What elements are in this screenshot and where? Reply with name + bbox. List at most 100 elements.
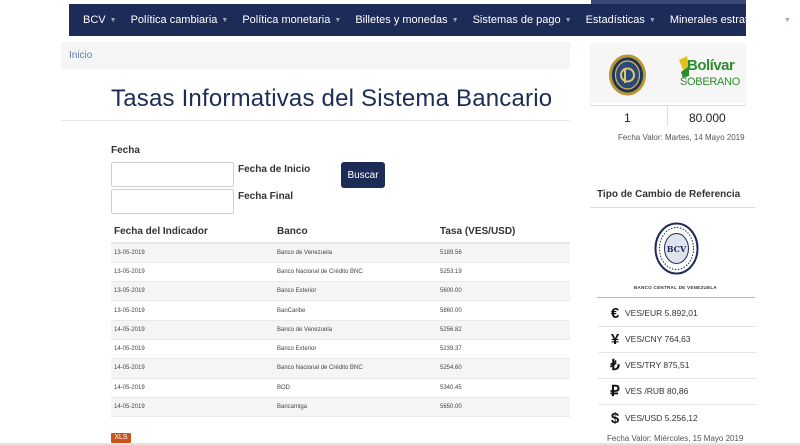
table-row: 14-05-2019 Banco Nacional de Crédito BNC 5… (111, 358, 570, 379)
bcv-seal-icon: BCV (654, 222, 699, 275)
exchange-rate-text: VES/USD 5.256,12 (625, 413, 698, 423)
table-row: 13-05-2019 Banco Exterior 5600.00 (111, 281, 570, 302)
table-header-row: Fecha del Indicador Banco Tasa (VES/USD) (111, 221, 570, 244)
exchange-rate-item: ¥ VES/CNY 764,63 (607, 329, 691, 349)
petro-fecha-valor: Fecha Valor: Martes, 14 Mayo 2019 (618, 133, 745, 142)
exchange-rate-divider (598, 352, 756, 353)
page-title: Tasas Informativas del Sistema Bancario (111, 85, 553, 112)
cell-fecha: 14-05-2019 (111, 358, 274, 379)
table-row: 14-05-2019 Bancamiga 5650.00 (111, 397, 570, 418)
nav-item-bcv[interactable]: BCV ▼ (69, 4, 124, 36)
chevron-down-icon: ▼ (221, 16, 229, 24)
cell-banco: Banco Nacional de Crédito BNC (274, 262, 437, 283)
column-header-tasa: Tasa (VES/USD) (437, 221, 570, 244)
breadcrumb: Inicio (61, 42, 570, 69)
table-row: 13-05-2019 Banco de Venezuela 5189.56 (111, 243, 570, 263)
cell-fecha: 13-05-2019 (111, 262, 274, 283)
sidebar-divider (590, 207, 755, 208)
exchange-rate-text: VES /RUB 80,86 (625, 386, 689, 396)
xls-export-button[interactable]: XLS (111, 433, 131, 443)
exchange-rate-text: VES/TRY 875,51 (625, 360, 690, 370)
cell-tasa: 5239.37 (437, 339, 570, 360)
chevron-down-icon: ▼ (109, 16, 117, 24)
exchange-rate-item: ₺ VES/TRY 875,51 (607, 355, 689, 375)
cell-fecha: 13-05-2019 (111, 281, 274, 302)
search-button[interactable]: Buscar (341, 162, 385, 188)
cell-banco: Banco de Venezuela (274, 243, 437, 263)
ruble-icon: ₽ (610, 383, 620, 400)
exchange-rate-divider (598, 326, 756, 327)
table-row: 13-05-2019 Banco Nacional de Crédito BNC 5… (111, 262, 570, 283)
exchange-rate-text: VES/CNY 764,63 (625, 334, 691, 344)
nav-item-sistemas-pago[interactable]: Sistemas de pago ▼ (466, 4, 579, 36)
exchange-rate-item: $ VES/USD 5.256,12 (607, 408, 698, 428)
soberano-logo-word: SOBERANO (680, 76, 740, 88)
end-date-input[interactable] (111, 189, 234, 214)
column-header-fecha: Fecha del Indicador (111, 221, 274, 244)
nav-item-politica-cambiaria[interactable]: Política cambiaria ▼ (124, 4, 236, 36)
table-row: 14-05-2019 Banco de Venezuela 5256.82 (111, 320, 570, 340)
sidebar-divider (597, 297, 755, 298)
chevron-down-icon: ▼ (783, 16, 791, 24)
cell-banco: Bancamiga (274, 397, 437, 418)
cell-banco: Banco de Venezuela (274, 320, 437, 340)
bolivar-value: 80.000 (689, 111, 726, 125)
nav-item-billetes-monedas[interactable]: Billetes y monedas ▼ (348, 4, 465, 36)
cell-banco: BanCaribe (274, 300, 437, 321)
bcv-seal-caption: BANCO CENTRAL DE VENEZUELA (634, 285, 717, 290)
euro-icon: € (610, 304, 620, 322)
nav-item-estadisticas[interactable]: Estadísticas ▼ (579, 4, 663, 36)
value-separator (667, 106, 668, 126)
bolivar-soberano-logo: Bolívar SOBERANO (677, 54, 740, 94)
cell-fecha: 14-05-2019 (111, 320, 274, 340)
chevron-down-icon: ▼ (564, 16, 572, 24)
bolivar-logo-word: Bolívar (687, 57, 735, 74)
nav-item-label: Sistemas de pago (472, 14, 561, 26)
table-row: 14-05-2019 BOD 5340.45 (111, 378, 570, 398)
bcv-seal-initials: BCV (667, 244, 687, 254)
reference-rate-heading: Tipo de Cambio de Referencia (597, 189, 741, 200)
cell-tasa: 5254.60 (437, 358, 570, 379)
cell-fecha: 14-05-2019 (111, 339, 274, 360)
cell-tasa: 5860.00 (437, 300, 570, 321)
exchange-rate-divider (598, 378, 756, 379)
fecha-label: Fecha (111, 145, 140, 156)
end-date-label: Fecha Final (238, 191, 294, 202)
cell-tasa: 5340.45 (437, 378, 570, 398)
nav-item-label: Política cambiaria (130, 14, 218, 26)
breadcrumb-home-link[interactable]: Inicio (69, 50, 92, 61)
nav-item-label: Billetes y monedas (355, 14, 448, 26)
cell-fecha: 13-05-2019 (111, 300, 274, 321)
cell-tasa: 5253.19 (437, 262, 570, 283)
nav-item-minerales[interactable]: Minerales estratégicos ▼ (663, 4, 798, 36)
title-divider (61, 120, 570, 121)
nav-item-politica-monetaria[interactable]: Política monetaria ▼ (235, 4, 348, 36)
cell-tasa: 5600.00 (437, 281, 570, 302)
nav-item-label: BCV (83, 14, 106, 26)
rates-table-body: 13-05-2019 Banco de Venezuela 5189.56 13-05… (111, 243, 570, 418)
lira-icon: ₺ (610, 357, 620, 374)
rates-fecha-valor: Fecha Valor: Miércoles, 15 Mayo 2019 (607, 434, 744, 443)
sidebar-divider (590, 105, 746, 106)
nav-item-label: Minerales estratégicos (669, 14, 780, 26)
cell-banco: Banco Nacional de Crédito BNC (274, 358, 437, 379)
petro-value: 1 (624, 111, 631, 125)
cell-fecha: 14-05-2019 (111, 397, 274, 418)
nav-item-label: Política monetaria (242, 14, 331, 26)
table-row: 13-05-2019 BanCaribe 5860.00 (111, 300, 570, 321)
dollar-icon: $ (610, 409, 620, 427)
yuan-icon: ¥ (610, 330, 620, 348)
chevron-down-icon: ▼ (334, 16, 342, 24)
start-date-label: Fecha de Inicio (238, 164, 311, 175)
cell-fecha: 13-05-2019 (111, 243, 274, 263)
petro-logo-icon (609, 54, 646, 96)
cell-tasa: 5650.00 (437, 397, 570, 418)
exchange-rate-item: € VES/EUR 5.892,01 (607, 303, 698, 323)
start-date-input[interactable] (111, 162, 234, 187)
cell-fecha: 14-05-2019 (111, 378, 274, 398)
cell-tasa: 5256.82 (437, 320, 570, 340)
cell-tasa: 5189.56 (437, 243, 570, 263)
nav-item-label: Estadísticas (585, 14, 645, 26)
rates-table: Fecha del Indicador Banco Tasa (VES/USD)… (111, 221, 570, 418)
cell-banco: Banco Exterior (274, 339, 437, 360)
